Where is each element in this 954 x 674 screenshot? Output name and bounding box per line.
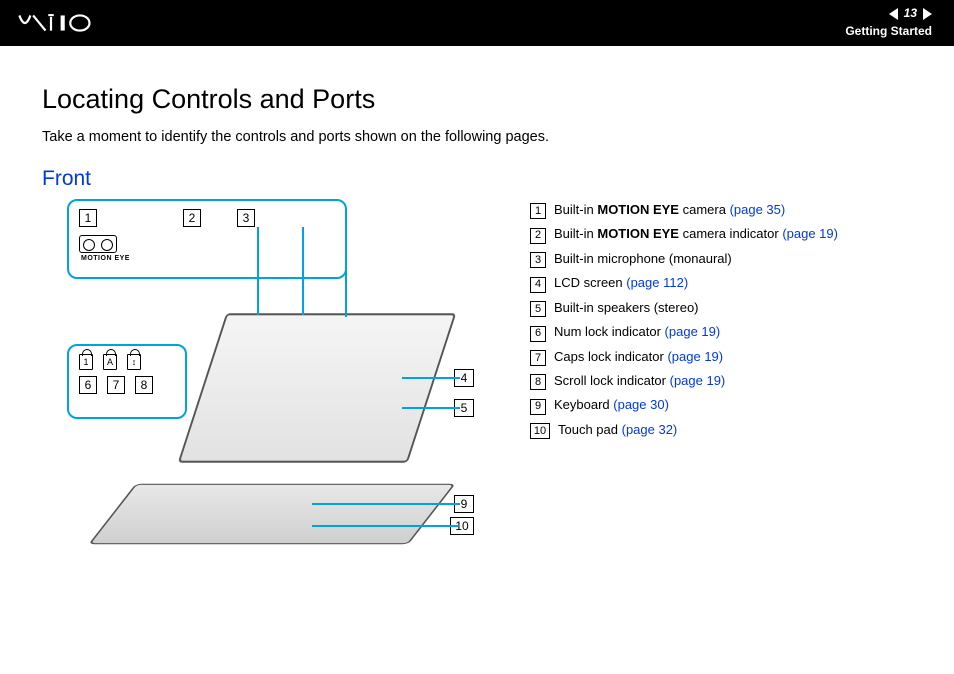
legend-item-4: 4 LCD screen (page 112) (530, 274, 912, 292)
page-link[interactable]: (page 19) (665, 324, 721, 339)
next-page-arrow[interactable] (923, 8, 932, 20)
callout-number-6: 6 (79, 376, 97, 394)
legend-item-6: 6 Num lock indicator (page 19) (530, 323, 912, 341)
page-link[interactable]: (page 32) (622, 422, 678, 437)
legend-text-8: Scroll lock indicator (page 19) (554, 372, 725, 390)
legend-text-9: Keyboard (page 30) (554, 396, 669, 414)
legend-number-2: 2 (530, 228, 546, 244)
page-link[interactable]: (page 19) (782, 226, 838, 241)
legend-text-2: Built-in MOTION EYE camera indicator (pa… (554, 225, 838, 243)
motion-eye-label: MOTION EYE (81, 255, 335, 262)
legend-number-10: 10 (530, 423, 550, 439)
laptop-illustration (112, 349, 442, 569)
callout-number-1: 1 (79, 209, 97, 227)
legend-text-4: LCD screen (page 112) (554, 274, 688, 292)
legend-number-6: 6 (530, 326, 546, 342)
section-label: Getting Started (845, 24, 932, 40)
legend-column: 1 Built-in MOTION EYE camera (page 35) 2 Bu… (530, 199, 912, 589)
legend-item-10: 10 Touch pad (page 32) (530, 421, 912, 439)
legend-number-7: 7 (530, 350, 546, 366)
page-link[interactable]: (page 35) (730, 202, 786, 217)
legend-number-8: 8 (530, 374, 546, 390)
page-link[interactable]: (page 30) (613, 397, 669, 412)
legend-item-5: 5 Built-in speakers (stereo) (530, 299, 912, 317)
intro-text: Take a moment to identify the controls a… (42, 129, 912, 145)
callout-camera-group: 1 2 3 MOTION EYE (67, 199, 347, 279)
legend-text-5: Built-in speakers (stereo) (554, 299, 699, 317)
legend-number-3: 3 (530, 252, 546, 268)
page-number: 13 (904, 6, 917, 22)
legend-number-4: 4 (530, 277, 546, 293)
legend-text-6: Num lock indicator (page 19) (554, 323, 720, 341)
legend-item-9: 9 Keyboard (page 30) (530, 396, 912, 414)
legend-text-3: Built-in microphone (monaural) (554, 250, 732, 268)
callout-number-2: 2 (183, 209, 201, 227)
legend-item-7: 7 Caps lock indicator (page 19) (530, 348, 912, 366)
header-right: 13 Getting Started (845, 6, 932, 40)
page-navigator: 13 (889, 6, 932, 22)
legend-item-1: 1 Built-in MOTION EYE camera (page 35) (530, 201, 912, 219)
diagram-column: 1 2 3 MOTION EYE 1 A (42, 199, 512, 589)
page-content: Locating Controls and Ports Take a momen… (0, 46, 954, 589)
legend-number-1: 1 (530, 203, 546, 219)
legend-item-3: 3 Built-in microphone (monaural) (530, 250, 912, 268)
legend-item-8: 8 Scroll lock indicator (page 19) (530, 372, 912, 390)
legend-text-1: Built-in MOTION EYE camera (page 35) (554, 201, 785, 219)
vaio-logo (18, 9, 128, 37)
legend-number-5: 5 (530, 301, 546, 317)
num-lock-icon: 1 (79, 354, 93, 370)
legend-number-9: 9 (530, 399, 546, 415)
laptop-diagram: 1 2 3 MOTION EYE 1 A (42, 199, 492, 589)
prev-page-arrow[interactable] (889, 8, 898, 20)
legend-item-2: 2 Built-in MOTION EYE camera indicator (p… (530, 225, 912, 243)
subheading-front: Front (42, 167, 912, 191)
legend-text-7: Caps lock indicator (page 19) (554, 348, 723, 366)
legend-text-10: Touch pad (page 32) (558, 421, 677, 439)
motion-eye-camera-icon (79, 235, 117, 253)
page-link[interactable]: (page 19) (667, 349, 723, 364)
callout-number-3: 3 (237, 209, 255, 227)
page-title: Locating Controls and Ports (42, 84, 912, 115)
page-link[interactable]: (page 19) (670, 373, 726, 388)
page-header: 13 Getting Started (0, 0, 954, 46)
page-link[interactable]: (page 112) (626, 275, 688, 290)
